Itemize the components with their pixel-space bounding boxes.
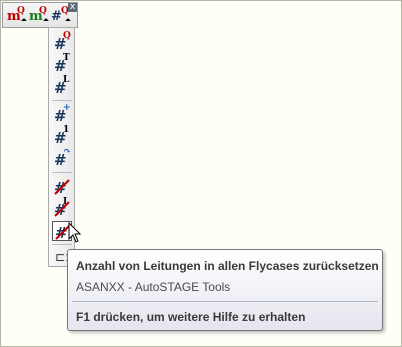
tooltip-divider	[72, 301, 378, 302]
tooltip-help-text: F1 drücken, um weitere Hilfe zu erhalten	[76, 310, 306, 324]
q-superscript: Q	[63, 31, 71, 41]
floating-toolbar: m Q m Q # Q x	[2, 2, 78, 28]
separator	[52, 244, 72, 245]
tooltip-description: ASANXX - AutoSTAGE Tools	[76, 280, 231, 294]
tooltip-title: Anzahl von Leitungen in allen Flycases z…	[76, 259, 379, 273]
flyout-button-hash-one[interactable]: # 1	[52, 125, 72, 147]
flyout-button-hash-renumber[interactable]: # ↷	[52, 147, 72, 169]
strike-icon	[54, 179, 70, 195]
dropdown-arrow-icon	[43, 18, 49, 24]
flyout-button-hash-l[interactable]: # L	[52, 75, 72, 97]
one-superscript: 1	[63, 125, 70, 135]
strike-icon	[54, 201, 70, 217]
dropdown-arrow-icon	[21, 18, 27, 24]
flyout-button-hash-q[interactable]: # Q	[52, 31, 72, 53]
q-superscript: Q	[17, 6, 25, 16]
flyout-button-hash-add[interactable]: # +	[52, 103, 72, 125]
flyout-button-hash-clear-i[interactable]: # I	[52, 197, 72, 219]
t-superscript: T	[63, 53, 70, 63]
l-superscript: L	[63, 75, 70, 85]
plus-superscript: +	[63, 103, 71, 113]
arrow-superscript: ↷	[63, 147, 71, 157]
flyout-button-hash-t[interactable]: # T	[52, 53, 72, 75]
tool-button-m-q-red[interactable]: m Q	[5, 6, 27, 25]
dropdown-arrow-icon	[65, 18, 71, 24]
tool-button-m-q-green[interactable]: m Q	[27, 6, 49, 25]
flyout-button-hash-clear[interactable]: #	[52, 177, 72, 197]
q-superscript: Q	[39, 6, 47, 16]
separator	[52, 100, 72, 101]
tooltip: Anzahl von Leitungen in allen Flycases z…	[67, 249, 383, 331]
separator	[52, 172, 72, 173]
close-icon[interactable]: x	[68, 3, 77, 12]
mouse-pointer-icon	[68, 222, 82, 243]
